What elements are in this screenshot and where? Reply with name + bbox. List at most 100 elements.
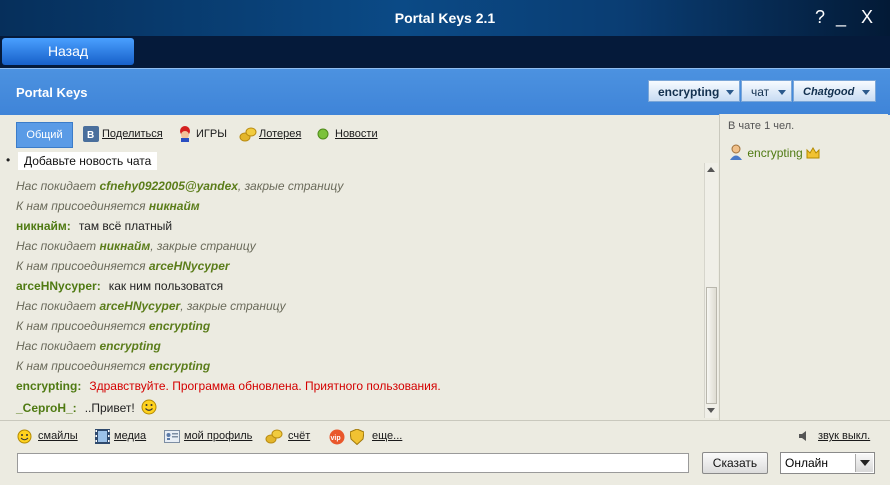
service-logo: Chatgood <box>803 86 855 98</box>
chat-news-placeholder[interactable]: Добавьте новость чата <box>18 152 158 170</box>
message-nick[interactable]: никнайм <box>149 199 200 213</box>
coins-icon <box>265 428 283 447</box>
chat-message: К нам присоединяется encrypting <box>16 319 210 333</box>
news-link[interactable]: Новости <box>335 128 378 140</box>
scroll-thumb[interactable] <box>706 287 717 404</box>
shield-icon[interactable] <box>349 428 365 448</box>
message-speaker[interactable]: encrypting: <box>16 379 81 393</box>
close-button[interactable]: X <box>861 6 873 28</box>
user-count: В чате 1 чел. <box>728 120 795 132</box>
mode-combo-value: чат <box>751 85 770 99</box>
message-text: как ним пользоватся <box>108 279 224 293</box>
news-bullet: • <box>6 153 11 167</box>
chat-message: _СерroH_: ..Привет! <box>16 399 157 418</box>
message-suffix: , закрые страницу <box>237 179 344 193</box>
account-link[interactable]: счёт <box>288 430 310 442</box>
service-combo[interactable]: Chatgood <box>793 80 876 102</box>
film-icon <box>95 429 110 447</box>
message-prefix: К нам присоединяется <box>16 359 149 373</box>
message-suffix: , закрые страницу <box>180 299 286 313</box>
svg-text:В: В <box>87 130 94 141</box>
chevron-down-icon[interactable] <box>855 454 873 472</box>
chevron-down-icon <box>778 90 786 95</box>
message-prefix: К нам присоединяется <box>16 319 149 333</box>
minimize-button[interactable]: _ <box>836 6 846 28</box>
status-select[interactable]: Онлайн <box>780 452 875 474</box>
chat-message: Нас покидает arceHNycyper, закрые страни… <box>16 299 286 313</box>
vk-icon: В <box>83 126 99 145</box>
chat-message: Нас покидает никнайм, закрые страницу <box>16 239 256 253</box>
message-speaker[interactable]: _СерroH_: <box>16 401 77 415</box>
user-avatar-icon <box>728 144 744 163</box>
message-prefix: Нас покидает <box>16 339 100 353</box>
user-name: encrypting <box>747 146 803 160</box>
game-character-icon <box>177 125 193 145</box>
user-combo-value: encrypting <box>658 85 720 99</box>
chat-message: Нас покидает cfnehy0922005@yandex, закры… <box>16 179 343 193</box>
media-link[interactable]: медиа <box>114 430 146 442</box>
smiley-icon <box>141 399 157 418</box>
chat-message: arceHNycyper: как ним пользоватся <box>16 279 223 293</box>
scroll-down-icon[interactable] <box>707 408 715 413</box>
user-list-item[interactable]: encrypting <box>728 144 820 163</box>
app-header: Portal Keys encrypting чат Chatgood <box>0 68 890 115</box>
chat-message: никнайм: там всё платный <box>16 219 172 233</box>
chat-message: Нас покидает encrypting <box>16 339 161 353</box>
vip-icon[interactable]: vip <box>329 429 345 448</box>
more-link[interactable]: еще... <box>372 430 402 442</box>
help-button[interactable]: ? <box>815 6 825 28</box>
message-input[interactable] <box>17 453 689 473</box>
chat-message: К нам присоединяется arceHNycyper <box>16 259 230 273</box>
navigation-bar: Назад <box>0 36 890 68</box>
profile-link[interactable]: мой профиль <box>184 430 252 442</box>
games-link[interactable]: ИГРЫ <box>196 128 227 140</box>
message-text: ..Привет! <box>84 401 135 415</box>
window-title: Portal Keys 2.1 <box>394 10 496 26</box>
message-nick[interactable]: encrypting <box>99 339 160 353</box>
message-suffix: , закрые страницу <box>150 239 256 253</box>
chat-message: К нам присоединяется никнайм <box>16 199 200 213</box>
send-button[interactable]: Сказать <box>702 452 768 474</box>
chat-scrollbar[interactable] <box>704 163 718 418</box>
bottom-toolbar: смайлы медиа мой профиль счёт vip еще...… <box>0 421 890 485</box>
speaker-muted-icon <box>798 430 809 445</box>
green-dot-icon <box>317 128 329 143</box>
share-link[interactable]: Поделиться <box>102 128 163 140</box>
message-speaker[interactable]: arceHNycyper: <box>16 279 101 293</box>
coins-icon <box>239 126 257 145</box>
message-prefix: К нам присоединяется <box>16 259 149 273</box>
message-nick[interactable]: encrypting <box>149 319 210 333</box>
chat-message: К нам присоединяется encrypting <box>16 359 210 373</box>
chevron-down-icon <box>862 90 870 95</box>
user-combo[interactable]: encrypting <box>648 80 740 102</box>
message-text: Здравствуйте. Программа обновлена. Прият… <box>89 379 441 393</box>
status-select-value: Онлайн <box>785 456 828 470</box>
app-name: Portal Keys <box>16 85 88 100</box>
scroll-up-icon[interactable] <box>707 167 715 172</box>
chevron-down-icon <box>726 90 734 95</box>
message-prefix: Нас покидает <box>16 239 100 253</box>
profile-card-icon <box>164 430 180 446</box>
sound-toggle-link[interactable]: звук выкл. <box>818 430 870 442</box>
svg-text:vip: vip <box>331 435 341 442</box>
message-text: там всё платный <box>78 219 173 233</box>
chat-panel: Общий В Поделиться ИГРЫ Лотерея Новости … <box>2 116 718 420</box>
message-nick[interactable]: arceHNycyper <box>99 299 180 313</box>
chat-message: encrypting: Здравствуйте. Программа обнов… <box>16 379 441 393</box>
crown-icon <box>806 147 820 162</box>
lottery-link[interactable]: Лотерея <box>259 128 301 140</box>
message-speaker[interactable]: никнайм: <box>16 219 71 233</box>
smileys-link[interactable]: смайлы <box>38 430 78 442</box>
smiley-icon <box>17 429 32 447</box>
message-nick[interactable]: arceHNycyper <box>149 259 230 273</box>
back-button[interactable]: Назад <box>2 38 134 65</box>
message-prefix: Нас покидает <box>16 179 100 193</box>
message-prefix: Нас покидает <box>16 299 100 313</box>
message-nick[interactable]: encrypting <box>149 359 210 373</box>
message-prefix: К нам присоединяется <box>16 199 149 213</box>
mode-combo[interactable]: чат <box>741 80 792 102</box>
tab-general[interactable]: Общий <box>16 122 73 148</box>
message-nick[interactable]: cfnehy0922005@yandex <box>99 179 237 193</box>
user-list-panel: В чате 1 чел. encrypting <box>720 114 888 420</box>
message-nick[interactable]: никнайм <box>99 239 150 253</box>
